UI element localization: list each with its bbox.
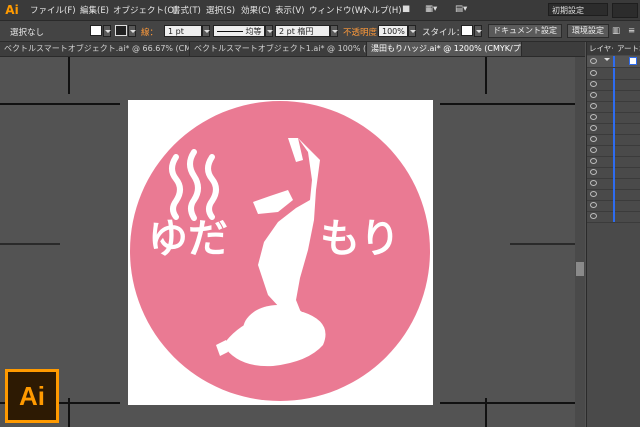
- tab-document-1[interactable]: ベクトルスマートオブジェクト.ai* @ 66.67% (CMYK/プレビュー): [0, 42, 190, 56]
- workspace-switcher[interactable]: 初期設定: [548, 3, 608, 16]
- stroke-weight-dropdown[interactable]: [202, 25, 210, 37]
- crop-mark: [0, 103, 120, 105]
- visibility-eye-icon[interactable]: [590, 103, 597, 109]
- menu-help[interactable]: ヘルプ(H): [363, 4, 402, 16]
- align-icon[interactable]: ▥: [612, 26, 620, 36]
- menu-effect[interactable]: 効果(C): [241, 4, 271, 16]
- tab-layers[interactable]: レイヤー: [589, 42, 613, 55]
- bridge-icon[interactable]: ■: [402, 4, 410, 14]
- arrange-docs-icon[interactable]: ▦▾: [425, 4, 437, 14]
- tab-document-2[interactable]: ベクトルスマートオブジェクト1.ai* @ 100% (CMYK/プレビュー): [190, 42, 367, 56]
- opacity-label[interactable]: 不透明度: [343, 26, 377, 38]
- crop-mark: [485, 57, 487, 94]
- layer-color-bar: [613, 211, 615, 222]
- app-logo-small: Ai: [5, 3, 19, 17]
- layers-panel: レイヤー アートボ: [586, 42, 640, 427]
- crop-mark: [68, 57, 70, 94]
- layout-icon[interactable]: ▤▾: [455, 4, 467, 14]
- crop-mark: [510, 243, 575, 245]
- selection-status: 選択なし: [10, 28, 45, 38]
- visibility-eye-icon[interactable]: [590, 81, 597, 87]
- menu-type[interactable]: 書式(T): [172, 4, 201, 16]
- vertical-scrollbar[interactable]: [575, 57, 585, 427]
- stroke-label[interactable]: 線：: [141, 26, 158, 38]
- layer-color-bar: [613, 90, 615, 101]
- visibility-eye-icon[interactable]: [590, 202, 597, 208]
- logo-text-left: ゆだ: [148, 216, 228, 262]
- panel-menu-icon[interactable]: ≡: [628, 26, 635, 36]
- visibility-eye-icon[interactable]: [590, 70, 597, 76]
- menu-select[interactable]: 選択(S): [206, 4, 235, 16]
- stroke-swatch[interactable]: [115, 25, 127, 36]
- artboard[interactable]: ゆだ もり: [128, 100, 433, 405]
- visibility-eye-icon[interactable]: [590, 114, 597, 120]
- menu-edit[interactable]: 編集(E): [80, 4, 109, 16]
- line-style-field[interactable]: 均等: [213, 25, 265, 37]
- layer-thumbnail: [629, 57, 637, 65]
- logo-text-right: もり: [320, 216, 400, 262]
- layer-color-bar: [613, 189, 615, 200]
- visibility-eye-icon[interactable]: [590, 213, 597, 219]
- layer-color-bar: [613, 145, 615, 156]
- stroke-weight-field[interactable]: 1 pt: [164, 25, 202, 37]
- visibility-eye-icon[interactable]: [590, 136, 597, 142]
- fill-swatch[interactable]: [90, 25, 102, 36]
- brush-field[interactable]: 2 pt 楕円: [275, 25, 330, 37]
- layer-color-bar: [613, 101, 615, 112]
- visibility-eye-icon[interactable]: [590, 92, 597, 98]
- menu-bar: Ai ファイル(F) 編集(E) オブジェクト(O) 書式(T) 選択(S) 効…: [0, 0, 640, 21]
- illustrator-logo: Ai: [5, 369, 59, 423]
- layer-color-bar: [613, 68, 615, 79]
- stroke-dropdown[interactable]: [128, 25, 136, 37]
- layer-color-bar: [613, 79, 615, 90]
- tab-artboards[interactable]: アートボ: [617, 42, 640, 55]
- brush-dropdown[interactable]: [330, 25, 338, 37]
- fill-dropdown[interactable]: [103, 25, 111, 37]
- style-label: スタイル：: [422, 28, 465, 38]
- control-bar: 選択なし 線： 1 pt 均等 2 pt 楕円 不透明度 100% スタイル： …: [0, 21, 640, 42]
- visibility-eye-icon[interactable]: [590, 158, 597, 164]
- layer-color-bar: [613, 200, 615, 211]
- line-style-dropdown[interactable]: [265, 25, 273, 37]
- crop-mark: [440, 402, 575, 404]
- opacity-field[interactable]: 100%: [378, 25, 408, 37]
- canvas-area[interactable]: ゆだ もり: [0, 57, 585, 427]
- menu-object[interactable]: オブジェクト(O): [113, 4, 177, 16]
- preferences-button[interactable]: 環境設定: [567, 24, 609, 38]
- visibility-eye-icon[interactable]: [590, 191, 597, 197]
- panel-tabs: レイヤー アートボ: [587, 42, 640, 55]
- visibility-eye-icon[interactable]: [590, 169, 597, 175]
- document-tab-bar: ベクトルスマートオブジェクト.ai* @ 66.67% (CMYK/プレビュー)…: [0, 42, 585, 57]
- layer-row[interactable]: [587, 56, 640, 68]
- opacity-dropdown[interactable]: [408, 25, 416, 37]
- style-dropdown[interactable]: [474, 25, 482, 37]
- document-setup-button[interactable]: ドキュメント設定: [488, 24, 562, 38]
- layer-color-bar: [613, 112, 615, 123]
- visibility-eye-icon[interactable]: [590, 180, 597, 186]
- visibility-eye-icon[interactable]: [590, 147, 597, 153]
- layer-color-bar: [613, 156, 615, 167]
- line-style-label: 均等: [245, 27, 262, 36]
- search-icon[interactable]: [612, 3, 638, 18]
- crop-mark: [0, 243, 60, 245]
- style-swatch[interactable]: [461, 25, 473, 36]
- badge-artwork: ゆだ もり: [130, 101, 430, 401]
- layer-color-bar: [613, 134, 615, 145]
- layer-color-bar: [613, 123, 615, 134]
- sublayer-row[interactable]: [587, 211, 640, 223]
- menu-window[interactable]: ウィンドウ(W): [309, 4, 367, 16]
- visibility-eye-icon[interactable]: [590, 125, 597, 131]
- layer-color-bar: [613, 178, 615, 189]
- layer-color-bar: [613, 56, 615, 67]
- expand-toggle-icon[interactable]: [604, 58, 610, 64]
- scrollbar-thumb[interactable]: [576, 262, 584, 276]
- tab-document-3[interactable]: 湯田もりハッジ.ai* @ 1200% (CMYK/プレビュー): [367, 42, 522, 56]
- menu-view[interactable]: 表示(V): [275, 4, 304, 16]
- crop-mark: [440, 103, 575, 105]
- menu-file[interactable]: ファイル(F): [30, 4, 76, 16]
- layer-color-bar: [613, 167, 615, 178]
- visibility-eye-icon[interactable]: [590, 58, 597, 64]
